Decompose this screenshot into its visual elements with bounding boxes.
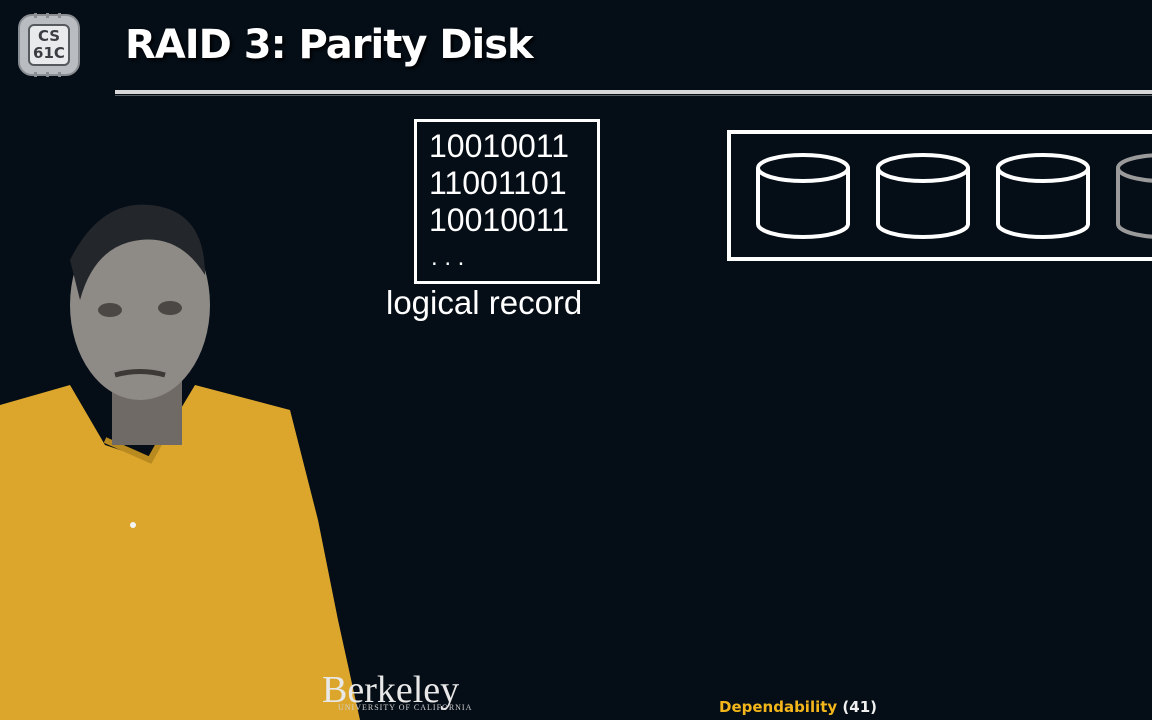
footer-topic: Dependability	[719, 698, 838, 716]
bit-row: 10010011	[429, 202, 569, 238]
logo-line2: 61C	[33, 44, 65, 62]
logo-chip: CS 61C	[28, 24, 70, 66]
presenter-video	[0, 204, 360, 720]
slide-footer: Dependability (41)	[719, 698, 877, 716]
bit-row-ellipsis: . . .	[431, 244, 465, 271]
logical-record-label: logical record	[386, 284, 583, 321]
logo-line1: CS	[37, 27, 61, 45]
disk-icon	[756, 153, 850, 239]
parity-disk-icon	[1116, 153, 1152, 239]
footer-page-number: (41)	[842, 698, 878, 716]
slide: CS 61C RAID 3: Parity Disk 10010011 1100…	[0, 0, 1152, 720]
logical-record-box: 10010011 11001101 10010011 . . .	[414, 119, 600, 284]
title-divider	[115, 90, 1152, 94]
disk-array	[727, 130, 1152, 261]
course-logo: CS 61C	[18, 13, 80, 77]
disk-icon	[876, 153, 970, 239]
slide-title: RAID 3: Parity Disk	[125, 22, 534, 68]
bit-row: 11001101	[429, 165, 567, 201]
disk-icon	[996, 153, 1090, 239]
berkeley-subtitle: UNIVERSITY OF CALIFORNIA	[338, 703, 473, 712]
bit-row: 10010011	[429, 128, 569, 164]
record-bits: 10010011 11001101 10010011 . . .	[429, 128, 569, 276]
title-divider-shadow	[115, 95, 1152, 96]
